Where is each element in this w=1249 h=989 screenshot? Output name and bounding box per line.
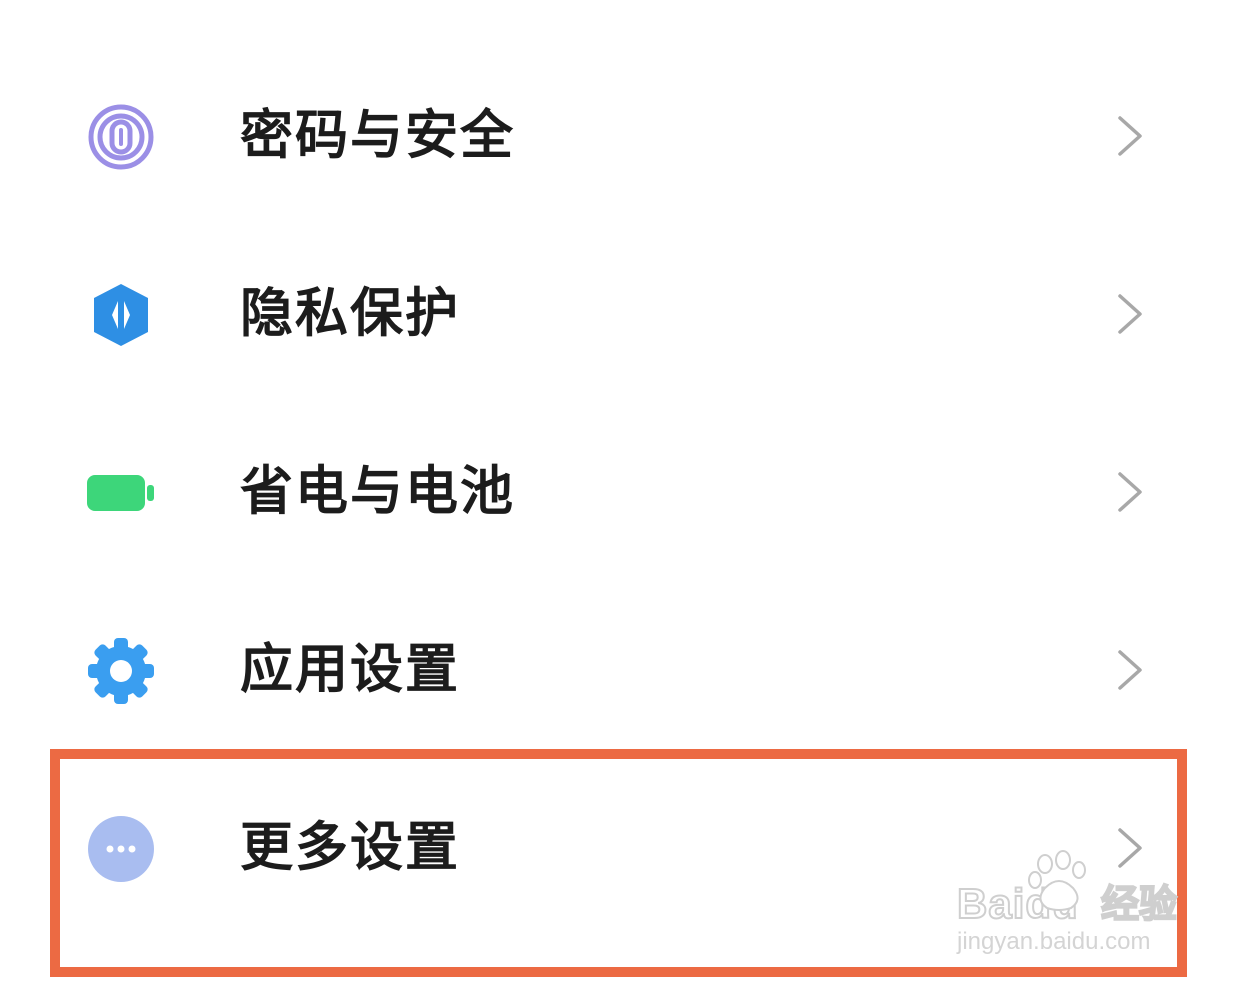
watermark-url: jingyan.baidu.com [957,928,1151,955]
gear-icon [86,636,156,706]
battery-icon [86,458,156,528]
fingerprint-icon [86,102,156,172]
chevron-right-icon [1112,468,1148,516]
settings-item-label: 隐私保护 [240,283,460,344]
settings-item-app-settings[interactable]: 应用设置 [0,580,1249,758]
settings-item-label: 密码与安全 [240,105,515,166]
settings-screen: 密码与安全 隐私保护 省电与电池 应用设置 更多设置 Baidu 经验 jing… [0,0,1249,989]
chevron-right-icon [1112,112,1148,160]
settings-item-battery[interactable]: 省电与电池 [0,402,1249,580]
paw-logo-icon [1025,850,1095,920]
privacy-shield-icon [86,280,156,350]
baidu-jingyan-watermark: Baidu 经验 jingyan.baidu.com [955,850,1195,960]
watermark-product-text: 经验 [1100,881,1178,927]
settings-item-label: 省电与电池 [240,461,515,522]
settings-item-label: 应用设置 [240,639,460,700]
settings-item-password-security[interactable]: 密码与安全 [0,46,1249,224]
chevron-right-icon [1112,290,1148,338]
settings-item-privacy[interactable]: 隐私保护 [0,224,1249,402]
chevron-right-icon [1112,646,1148,694]
